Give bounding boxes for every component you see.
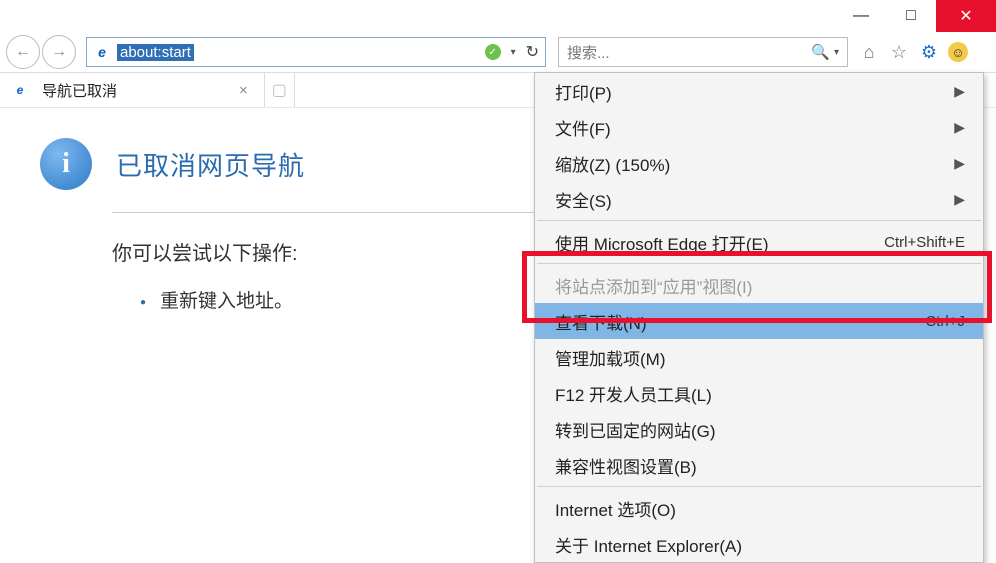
menu-internet-options[interactable]: Internet 选项(O) xyxy=(535,490,983,526)
menu-compat-view[interactable]: 兼容性视图设置(B) xyxy=(535,447,983,483)
new-tab-button[interactable]: ▢ xyxy=(265,73,295,107)
forward-button[interactable]: → xyxy=(42,35,76,69)
close-button[interactable]: ✕ xyxy=(936,0,996,32)
menu-separator xyxy=(537,220,981,221)
maximize-icon: □ xyxy=(906,7,916,25)
tools-gear-icon[interactable]: ⚙ xyxy=(918,41,940,63)
address-text: about:start xyxy=(117,44,194,61)
menu-separator xyxy=(537,486,981,487)
address-bar[interactable]: e about:start ✓ ▾ ↻ xyxy=(86,37,546,67)
favorites-icon[interactable]: ☆ xyxy=(888,41,910,63)
submenu-arrow-icon: ▶ xyxy=(954,83,965,100)
arrow-right-icon: → xyxy=(51,43,67,61)
menu-view-downloads[interactable]: 查看下载(N)Ctrl+J xyxy=(535,303,983,339)
tab-title: 导航已取消 xyxy=(42,80,117,101)
refresh-button[interactable]: ↻ xyxy=(526,42,539,62)
tools-menu: 打印(P)▶ 文件(F)▶ 缩放(Z) (150%)▶ 安全(S)▶ 使用 Mi… xyxy=(534,72,984,563)
home-icon[interactable]: ⌂ xyxy=(858,41,880,63)
minimize-icon: — xyxy=(853,7,869,25)
security-badge-icon: ✓ xyxy=(485,44,501,60)
menu-zoom[interactable]: 缩放(Z) (150%)▶ xyxy=(535,145,983,181)
submenu-arrow-icon: ▶ xyxy=(954,191,965,208)
menu-safety[interactable]: 安全(S)▶ xyxy=(535,181,983,217)
submenu-arrow-icon: ▶ xyxy=(954,155,965,172)
address-dropdown-icon[interactable]: ▾ xyxy=(511,47,516,58)
menu-manage-addons[interactable]: 管理加载项(M) xyxy=(535,339,983,375)
minimize-button[interactable]: — xyxy=(836,0,886,32)
submenu-arrow-icon: ▶ xyxy=(954,119,965,136)
navigation-bar: ← → e about:start ✓ ▾ ↻ 搜索... 🔍 ▾ ⌂ ☆ ⚙ … xyxy=(0,32,996,72)
ie-logo-icon: e xyxy=(12,82,28,98)
search-icon: 🔍 xyxy=(811,43,830,61)
menu-pinned-sites[interactable]: 转到已固定的网站(G) xyxy=(535,411,983,447)
menu-print[interactable]: 打印(P)▶ xyxy=(535,73,983,109)
menu-separator xyxy=(537,263,981,264)
menu-file[interactable]: 文件(F)▶ xyxy=(535,109,983,145)
back-button[interactable]: ← xyxy=(6,35,40,69)
menu-open-edge[interactable]: 使用 Microsoft Edge 打开(E)Ctrl+Shift+E xyxy=(535,224,983,260)
menu-f12[interactable]: F12 开发人员工具(L) xyxy=(535,375,983,411)
page-heading: 已取消网页导航 xyxy=(116,146,305,183)
ie-logo-icon: e xyxy=(93,43,111,61)
close-icon: ✕ xyxy=(959,6,972,26)
tab-active[interactable]: e 导航已取消 × xyxy=(0,73,265,107)
search-dropdown-icon[interactable]: ▾ xyxy=(834,47,839,58)
tab-close-button[interactable]: × xyxy=(235,82,252,99)
info-icon: i xyxy=(40,138,92,190)
arrow-left-icon: ← xyxy=(15,43,31,61)
window-controls: — □ ✕ xyxy=(836,0,996,32)
toolbar-icons: ⌂ ☆ ⚙ ☺ xyxy=(858,41,968,63)
maximize-button[interactable]: □ xyxy=(886,0,936,32)
menu-about-ie[interactable]: 关于 Internet Explorer(A) xyxy=(535,526,983,562)
search-box[interactable]: 搜索... 🔍 ▾ xyxy=(558,37,848,67)
smile-icon[interactable]: ☺ xyxy=(948,42,968,62)
search-placeholder: 搜索... xyxy=(567,42,610,63)
menu-add-site: 将站点添加到“应用”视图(I) xyxy=(535,267,983,303)
